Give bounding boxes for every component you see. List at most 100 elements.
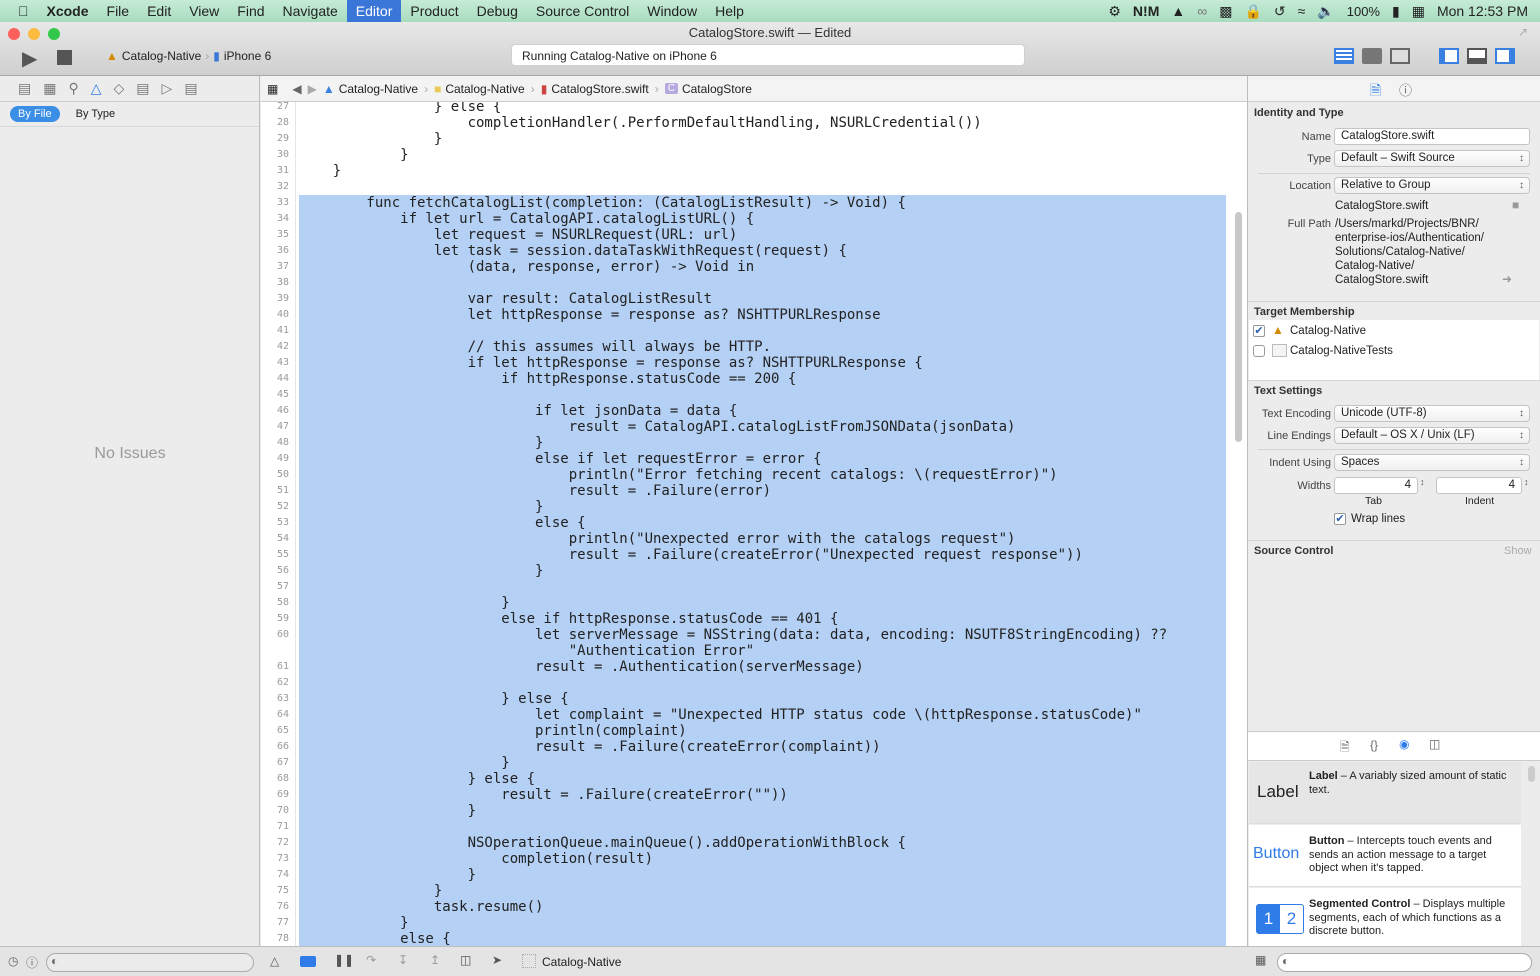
code-line[interactable]: 41 (261, 323, 1226, 339)
editor-scrollbar[interactable] (1235, 212, 1242, 442)
code-line[interactable]: } 75 (261, 883, 1226, 899)
step-over-icon[interactable]: ↷ (366, 953, 376, 967)
code-line[interactable]: 38 (261, 275, 1226, 291)
code-line[interactable]: let complaint = "Unexpected HTTP status … (261, 707, 1226, 723)
code-line[interactable]: 71 (261, 819, 1226, 835)
breadcrumb-file[interactable]: ▮ CatalogStore.swift (541, 82, 649, 96)
library-item-button[interactable]: Button Button – Intercepts touch events … (1249, 825, 1521, 887)
menu-help[interactable]: Help (706, 0, 753, 22)
pause-icon[interactable]: ❚❚ (334, 953, 354, 967)
clock[interactable]: Mon 12:53 PM (1437, 3, 1528, 19)
text-encoding-popup[interactable]: Unicode (UTF-8) (1334, 405, 1530, 422)
menu-edit[interactable]: Edit (138, 0, 180, 22)
code-line[interactable]: if let url = CatalogAPI.catalogListURL()… (261, 211, 1226, 227)
code-line[interactable]: func fetchCatalogList(completion: (Catal… (261, 195, 1226, 211)
library-grid-icon[interactable]: ▦ (1255, 953, 1266, 967)
toggle-debug-area-button[interactable] (1467, 48, 1487, 64)
code-line[interactable]: let task = session.dataTaskWithRequest(r… (261, 243, 1226, 259)
library-item-segmented-control[interactable]: 1 2 Segmented Control – Displays multipl… (1249, 888, 1521, 946)
run-button[interactable]: ▶ (22, 46, 37, 71)
code-line[interactable]: } 67 (261, 755, 1226, 771)
infinity-status-icon[interactable]: ∞ (1197, 3, 1207, 19)
forward-button[interactable]: ▶ (308, 82, 317, 96)
code-line[interactable]: println("Error fetching recent catalogs:… (261, 467, 1226, 483)
code-line[interactable]: } 52 (261, 499, 1226, 515)
menu-debug[interactable]: Debug (468, 0, 527, 22)
code-line[interactable]: "Authentication Error" (261, 643, 1226, 659)
code-line[interactable]: else if let requestError = error {49 (261, 451, 1226, 467)
menu-navigate[interactable]: Navigate (274, 0, 347, 22)
toggle-navigator-button[interactable] (1439, 48, 1459, 64)
name-field[interactable]: CatalogStore.swift (1334, 128, 1530, 145)
code-line[interactable]: } 77 (261, 915, 1226, 931)
debug-target-label[interactable]: Catalog-Native (542, 955, 621, 969)
menu-file[interactable]: File (98, 0, 139, 22)
code-line[interactable]: if let jsonData = data {46 (261, 403, 1226, 419)
file-inspector-icon[interactable]: 🗎 (1370, 80, 1381, 104)
code-line[interactable]: println(complaint) 65 (261, 723, 1226, 739)
code-snippet-library-icon[interactable]: {} (1370, 738, 1378, 752)
code-line[interactable]: } 29 (261, 131, 1226, 147)
find-navigator-icon[interactable]: ⚲ (68, 80, 78, 97)
debug-navigator-icon[interactable]: ▤ (136, 80, 149, 97)
code-line[interactable]: completionHandler(.PerformDefaultHandlin… (261, 115, 1226, 131)
code-line[interactable]: 32 (261, 179, 1226, 195)
breakpoint-navigator-icon[interactable]: ▷ (162, 80, 173, 97)
symbol-navigator-icon[interactable]: ▦ (43, 80, 56, 97)
breadcrumb-group[interactable]: ■ Catalog-Native (434, 82, 525, 96)
breakpoints-toggle-icon[interactable] (300, 956, 316, 967)
code-line[interactable]: completion(result) 73 (261, 851, 1226, 867)
reveal-in-finder-icon[interactable]: ➜ (1502, 272, 1512, 286)
code-line[interactable]: let serverMessage = NSString(data: data,… (261, 627, 1226, 643)
code-line[interactable]: else if httpResponse.statusCode == 401 {… (261, 611, 1226, 627)
code-line[interactable]: } 56 (261, 563, 1226, 579)
breadcrumb-class[interactable]: C CatalogStore (664, 82, 752, 96)
code-line[interactable]: let request = NSURLRequest(URL: url) 35 (261, 227, 1226, 243)
view-hierarchy-icon[interactable]: ◫ (460, 953, 471, 967)
menu-product[interactable]: Product (401, 0, 467, 22)
code-line[interactable]: 57 (261, 579, 1226, 595)
code-line[interactable]: result = .Authentication(serverMessage) 6… (261, 659, 1226, 675)
code-line[interactable]: (data, response, error) -> Void in 37 (261, 259, 1226, 275)
standard-editor-button[interactable] (1334, 48, 1354, 64)
time-machine-icon[interactable]: ↺ (1274, 3, 1286, 20)
menu-xcode[interactable]: Xcode (38, 0, 98, 22)
back-button[interactable]: ◀ (292, 82, 301, 96)
tab-width-field[interactable]: 4 (1334, 477, 1418, 494)
library-item-label[interactable]: Label Label – A variably sized amount of… (1249, 762, 1521, 824)
related-items-icon[interactable]: ▦ (267, 82, 278, 96)
volume-icon[interactable]: 🔈 (1317, 3, 1334, 20)
line-endings-popup[interactable]: Default – OS X / Unix (LF) (1334, 427, 1530, 444)
issue-navigator-icon[interactable]: △ (91, 80, 102, 97)
issue-filter-icon[interactable]: ⓘ (26, 954, 38, 971)
menu-view[interactable]: View (180, 0, 228, 22)
broom-status-icon[interactable]: ▲ (1171, 3, 1185, 19)
library-scrollbar[interactable] (1528, 766, 1535, 782)
folder-reveal-icon[interactable]: ■ (1512, 198, 1519, 212)
code-line[interactable]: else {78 (261, 931, 1226, 946)
stop-button[interactable] (57, 50, 72, 65)
fullscreen-icon[interactable]: ↗ (1518, 25, 1528, 39)
code-line[interactable]: } else {68 (261, 771, 1226, 787)
code-line[interactable]: } 31 (261, 163, 1226, 179)
code-line[interactable]: result = .Failure(createError(complaint)… (261, 739, 1226, 755)
scheme-selector[interactable]: ▲ Catalog-Native › ▮ iPhone 6 (106, 49, 271, 63)
code-line[interactable]: } else {63 (261, 691, 1226, 707)
code-line[interactable]: if httpResponse.statusCode == 200 {44 (261, 371, 1226, 387)
code-line[interactable]: 62 (261, 675, 1226, 691)
menu-find[interactable]: Find (228, 0, 273, 22)
project-navigator-icon[interactable]: ▤ (18, 80, 31, 97)
step-out-icon[interactable]: ↥ (430, 953, 440, 967)
code-line[interactable]: } 58 (261, 595, 1226, 611)
code-line[interactable]: } 74 (261, 867, 1226, 883)
battery-percent[interactable]: 100% (1347, 4, 1380, 19)
code-line[interactable]: task.resume() 76 (261, 899, 1226, 915)
type-popup[interactable]: Default – Swift Source (1334, 150, 1530, 167)
code-line[interactable]: } 48 (261, 435, 1226, 451)
camera-status-icon[interactable]: ▩ (1219, 3, 1232, 20)
code-line[interactable]: else {53 (261, 515, 1226, 531)
code-line[interactable]: NSOperationQueue.mainQueue().addOperatio… (261, 835, 1226, 851)
code-line[interactable]: result = .Failure(createError("")) 69 (261, 787, 1226, 803)
source-editor[interactable]: } else {27 completionHandler(.PerformDef… (261, 102, 1247, 946)
code-line[interactable]: if let httpResponse = response as? NSHTT… (261, 355, 1226, 371)
